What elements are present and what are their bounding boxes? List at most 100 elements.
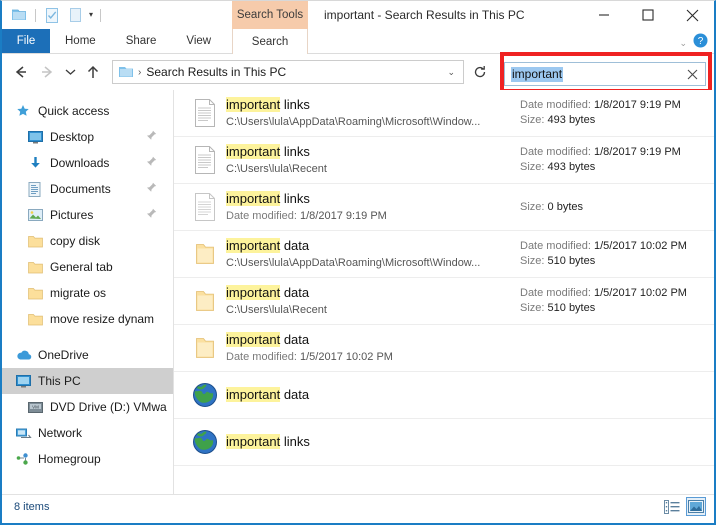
sidebar-item-migrate-os[interactable]: migrate os — [2, 280, 173, 306]
match-highlight: important — [226, 387, 281, 402]
file-document-icon — [188, 193, 222, 221]
pin-icon[interactable] — [146, 208, 157, 222]
tab-home[interactable]: Home — [50, 29, 111, 53]
toolbar-divider-2 — [100, 8, 102, 22]
sidebar-item-pictures[interactable]: Pictures — [2, 202, 173, 228]
file-path: C:\Users\lula\AppData\Roaming\Microsoft\… — [226, 116, 481, 128]
window-controls — [582, 1, 714, 29]
refresh-icon[interactable] — [468, 60, 492, 84]
sidebar-item-quick-access[interactable]: Quick access — [2, 98, 173, 124]
size-value: 0 bytes — [547, 200, 583, 213]
file-name-rest: data — [280, 238, 310, 253]
breadcrumb-path[interactable]: Search Results in This PC — [146, 65, 447, 79]
window-title: important - Search Results in This PC — [324, 8, 525, 22]
folder-icon — [188, 289, 222, 313]
tab-search[interactable]: Search — [232, 29, 308, 54]
tab-file[interactable]: File — [2, 29, 50, 53]
sidebar-item-copy-disk[interactable]: copy disk — [2, 228, 173, 254]
table-row[interactable]: important data Date modified: 1/5/2017 1… — [174, 325, 714, 372]
up-arrow-icon[interactable] — [80, 59, 106, 85]
customize-toolbar-caret-icon[interactable]: ▾ — [89, 11, 93, 19]
large-icons-view-icon[interactable] — [686, 497, 706, 516]
desktop-icon — [28, 130, 48, 144]
sidebar-item-label: copy disk — [50, 234, 101, 248]
pin-icon[interactable] — [146, 156, 157, 170]
breadcrumb-separator: › — [138, 66, 142, 78]
sidebar-item-label: Documents — [50, 182, 111, 196]
sidebar-item-homegroup[interactable]: Homegroup — [2, 446, 173, 472]
search-box[interactable]: important — [504, 62, 706, 86]
date-modified-label: Date modified: — [226, 210, 297, 222]
sidebar-item-downloads[interactable]: Downloads — [2, 150, 173, 176]
sidebar-item-desktop[interactable]: Desktop — [2, 124, 173, 150]
sidebar-item-documents[interactable]: Documents — [2, 176, 173, 202]
folder-icon — [188, 242, 222, 266]
tab-view[interactable]: View — [171, 29, 226, 53]
tab-share[interactable]: Share — [111, 29, 172, 53]
folder-icon[interactable] — [10, 6, 28, 24]
sidebar-item-this-pc[interactable]: This PC — [2, 368, 173, 394]
row-main: important links C:\Users\lula\AppData\Ro… — [222, 96, 518, 130]
clear-search-icon[interactable] — [685, 67, 699, 81]
sidebar-item-move-resize-dynam[interactable]: move resize dynam — [2, 306, 173, 332]
size-label: Size: — [520, 302, 545, 314]
maximize-button[interactable] — [626, 1, 670, 29]
search-input[interactable]: important — [511, 66, 564, 82]
collapse-ribbon-caret-icon[interactable]: ⌄ — [679, 38, 687, 49]
file-name: important data — [226, 387, 309, 402]
file-name-rest: links — [280, 97, 310, 112]
sidebar-item-general-tab[interactable]: General tab — [2, 254, 173, 280]
title-bar: ▾ Search Tools important - Search Result… — [2, 1, 714, 29]
size-value: 493 bytes — [547, 161, 596, 173]
sidebar-item-label: Quick access — [38, 104, 110, 118]
table-row[interactable]: important data C:\Users\lula\Recent Date… — [174, 278, 714, 325]
sidebar-item-dvd-drive[interactable]: VM DVD Drive (D:) VMwa — [2, 394, 173, 420]
dvd-drive-icon: VM — [28, 401, 48, 414]
file-name-rest: data — [280, 332, 310, 347]
sidebar-item-network[interactable]: Network — [2, 420, 173, 446]
onedrive-cloud-icon — [16, 349, 36, 361]
size-value: 493 bytes — [547, 114, 596, 126]
file-path: C:\Users\lula\AppData\Roaming\Microsoft\… — [226, 257, 481, 269]
new-folder-icon[interactable] — [66, 6, 84, 24]
row-metadata: Date modified: 1/5/2017 10:02 PM Size: 5… — [518, 239, 714, 269]
recent-locations-caret-icon[interactable] — [60, 59, 80, 85]
table-row[interactable]: important links — [174, 419, 714, 466]
table-row[interactable]: important links C:\Users\lula\Recent Dat… — [174, 137, 714, 184]
pin-icon[interactable] — [146, 182, 157, 196]
search-results-list[interactable]: important links C:\Users\lula\AppData\Ro… — [174, 90, 714, 494]
file-name: important data — [226, 285, 309, 300]
pin-icon[interactable] — [146, 130, 157, 144]
back-arrow-icon[interactable] — [8, 59, 34, 85]
table-row[interactable]: important data — [174, 372, 714, 419]
navigation-pane[interactable]: Quick access Desktop Downloads Documents… — [2, 90, 174, 494]
properties-checkbox-icon[interactable] — [43, 6, 61, 24]
sidebar-item-label: Homegroup — [38, 452, 101, 466]
file-name: important data — [226, 238, 309, 253]
toolbar-divider — [35, 8, 36, 22]
network-icon — [16, 427, 36, 440]
file-name-rest: data — [280, 285, 310, 300]
size-value: 510 bytes — [547, 302, 596, 314]
row-main: important data Date modified: 1/5/2017 1… — [222, 331, 518, 365]
date-modified-subtitle: Date modified: 1/8/2017 9:19 PM — [226, 209, 518, 224]
address-bar[interactable]: › Search Results in This PC ⌄ — [112, 60, 464, 84]
table-row[interactable]: important links Date modified: 1/8/2017 … — [174, 184, 714, 231]
size-value: 510 bytes — [547, 255, 596, 267]
sidebar-item-onedrive[interactable]: OneDrive — [2, 342, 173, 368]
date-modified-subtitle: Date modified: 1/5/2017 10:02 PM — [226, 350, 518, 365]
help-question-icon[interactable]: ? — [693, 33, 708, 53]
sidebar-item-label: Pictures — [50, 208, 94, 222]
internet-globe-icon — [188, 382, 222, 408]
table-row[interactable]: important links C:\Users\lula\AppData\Ro… — [174, 90, 714, 137]
size-line: Size: 0 bytes — [520, 200, 714, 215]
size-line: Size: 493 bytes — [520, 160, 714, 175]
minimize-button[interactable] — [582, 1, 626, 29]
details-view-icon[interactable] — [662, 497, 682, 516]
status-bar: 8 items — [2, 494, 714, 518]
close-button[interactable] — [670, 1, 714, 29]
date-modified-line: Date modified: 1/5/2017 10:02 PM — [520, 239, 714, 254]
address-dropdown-caret-icon[interactable]: ⌄ — [447, 67, 459, 78]
row-main: important links — [222, 433, 518, 451]
table-row[interactable]: important data C:\Users\lula\AppData\Roa… — [174, 231, 714, 278]
